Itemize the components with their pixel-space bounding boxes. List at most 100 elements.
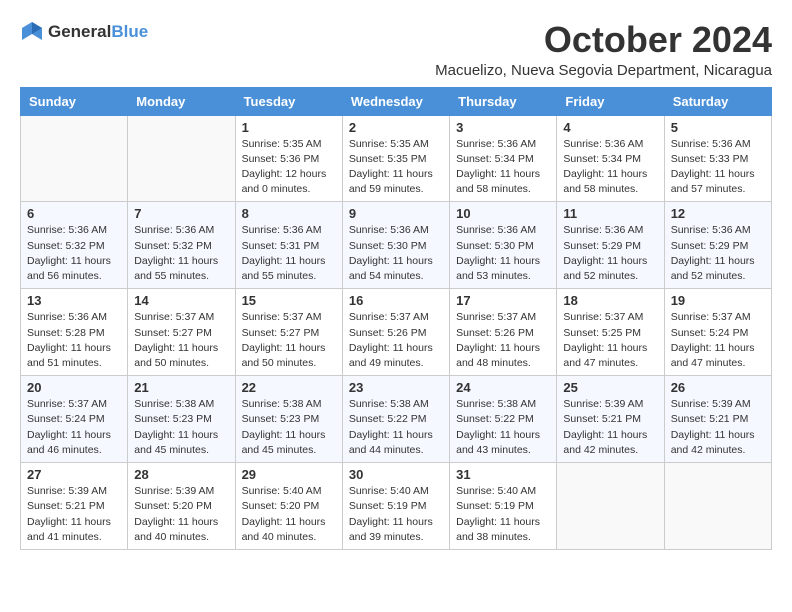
calendar-cell: 11 Sunrise: 5:36 AMSunset: 5:29 PMDayligh… bbox=[557, 202, 664, 289]
day-info: Sunrise: 5:39 AMSunset: 5:21 PMDaylight:… bbox=[671, 397, 765, 458]
calendar-cell: 1 Sunrise: 5:35 AMSunset: 5:36 PMDaylight… bbox=[235, 115, 342, 202]
day-header-tuesday: Tuesday bbox=[235, 87, 342, 115]
calendar-cell: 14 Sunrise: 5:37 AMSunset: 5:27 PMDayligh… bbox=[128, 289, 235, 376]
day-info: Sunrise: 5:37 AMSunset: 5:26 PMDaylight:… bbox=[456, 310, 550, 371]
calendar-cell: 15 Sunrise: 5:37 AMSunset: 5:27 PMDayligh… bbox=[235, 289, 342, 376]
day-info: Sunrise: 5:35 AMSunset: 5:36 PMDaylight:… bbox=[242, 137, 336, 198]
day-info: Sunrise: 5:35 AMSunset: 5:35 PMDaylight:… bbox=[349, 137, 443, 198]
day-number: 6 bbox=[27, 206, 121, 221]
calendar-cell: 19Sunrise: 5:37 AMSunset: 5:24 PMDayligh… bbox=[664, 289, 771, 376]
day-info: Sunrise: 5:36 AMSunset: 5:33 PMDaylight:… bbox=[671, 137, 765, 198]
day-info: Sunrise: 5:37 AMSunset: 5:26 PMDaylight:… bbox=[349, 310, 443, 371]
calendar-cell: 28 Sunrise: 5:39 AMSunset: 5:20 PMDayligh… bbox=[128, 463, 235, 550]
day-number: 28 bbox=[134, 467, 228, 482]
day-number: 29 bbox=[242, 467, 336, 482]
day-number: 5 bbox=[671, 120, 765, 135]
calendar-cell: 7 Sunrise: 5:36 AMSunset: 5:32 PMDaylight… bbox=[128, 202, 235, 289]
calendar-week-5: 27Sunrise: 5:39 AMSunset: 5:21 PMDayligh… bbox=[21, 463, 772, 550]
day-header-friday: Friday bbox=[557, 87, 664, 115]
day-header-sunday: Sunday bbox=[21, 87, 128, 115]
day-info: Sunrise: 5:37 AMSunset: 5:24 PMDaylight:… bbox=[671, 310, 765, 371]
day-number: 17 bbox=[456, 293, 550, 308]
calendar-cell bbox=[664, 463, 771, 550]
day-number: 14 bbox=[134, 293, 228, 308]
day-number: 26 bbox=[671, 380, 765, 395]
calendar-cell: 22 Sunrise: 5:38 AMSunset: 5:23 PMDayligh… bbox=[235, 376, 342, 463]
calendar-cell: 30Sunrise: 5:40 AMSunset: 5:19 PMDayligh… bbox=[342, 463, 449, 550]
calendar-cell: 20 Sunrise: 5:37 AMSunset: 5:24 PMDayligh… bbox=[21, 376, 128, 463]
logo-blue: Blue bbox=[111, 22, 148, 41]
day-info: Sunrise: 5:36 AMSunset: 5:34 PMDaylight:… bbox=[563, 137, 657, 198]
calendar-cell: 10Sunrise: 5:36 AMSunset: 5:30 PMDayligh… bbox=[450, 202, 557, 289]
day-info: Sunrise: 5:36 AMSunset: 5:32 PMDaylight:… bbox=[27, 223, 121, 284]
calendar-cell: 18Sunrise: 5:37 AMSunset: 5:25 PMDayligh… bbox=[557, 289, 664, 376]
day-number: 11 bbox=[563, 206, 657, 221]
day-info: Sunrise: 5:37 AMSunset: 5:24 PMDaylight:… bbox=[27, 397, 121, 458]
title-block: October 2024 Macuelizo, Nueva Segovia De… bbox=[435, 20, 772, 79]
day-info: Sunrise: 5:36 AMSunset: 5:29 PMDaylight:… bbox=[671, 223, 765, 284]
day-info: Sunrise: 5:36 AMSunset: 5:32 PMDaylight:… bbox=[134, 223, 228, 284]
day-number: 4 bbox=[563, 120, 657, 135]
calendar-cell: 16 Sunrise: 5:37 AMSunset: 5:26 PMDayligh… bbox=[342, 289, 449, 376]
day-number: 25 bbox=[563, 380, 657, 395]
calendar-cell bbox=[557, 463, 664, 550]
day-number: 13 bbox=[27, 293, 121, 308]
day-header-wednesday: Wednesday bbox=[342, 87, 449, 115]
day-info: Sunrise: 5:38 AMSunset: 5:23 PMDaylight:… bbox=[242, 397, 336, 458]
day-info: Sunrise: 5:36 AMSunset: 5:30 PMDaylight:… bbox=[349, 223, 443, 284]
day-info: Sunrise: 5:40 AMSunset: 5:20 PMDaylight:… bbox=[242, 484, 336, 545]
day-info: Sunrise: 5:38 AMSunset: 5:22 PMDaylight:… bbox=[456, 397, 550, 458]
day-info: Sunrise: 5:40 AMSunset: 5:19 PMDaylight:… bbox=[456, 484, 550, 545]
day-info: Sunrise: 5:36 AMSunset: 5:29 PMDaylight:… bbox=[563, 223, 657, 284]
calendar-cell: 8Sunrise: 5:36 AMSunset: 5:31 PMDaylight… bbox=[235, 202, 342, 289]
day-number: 7 bbox=[134, 206, 228, 221]
day-number: 20 bbox=[27, 380, 121, 395]
calendar-cell: 9 Sunrise: 5:36 AMSunset: 5:30 PMDaylight… bbox=[342, 202, 449, 289]
day-number: 24 bbox=[456, 380, 550, 395]
day-info: Sunrise: 5:36 AMSunset: 5:34 PMDaylight:… bbox=[456, 137, 550, 198]
calendar-cell: 26 Sunrise: 5:39 AMSunset: 5:21 PMDayligh… bbox=[664, 376, 771, 463]
day-info: Sunrise: 5:38 AMSunset: 5:23 PMDaylight:… bbox=[134, 397, 228, 458]
day-number: 15 bbox=[242, 293, 336, 308]
month-title: October 2024 bbox=[435, 20, 772, 60]
day-header-thursday: Thursday bbox=[450, 87, 557, 115]
calendar-cell: 24 Sunrise: 5:38 AMSunset: 5:22 PMDayligh… bbox=[450, 376, 557, 463]
calendar-cell: 25 Sunrise: 5:39 AMSunset: 5:21 PMDayligh… bbox=[557, 376, 664, 463]
day-number: 16 bbox=[349, 293, 443, 308]
calendar-cell: 13 Sunrise: 5:36 AMSunset: 5:28 PMDayligh… bbox=[21, 289, 128, 376]
calendar-week-3: 13 Sunrise: 5:36 AMSunset: 5:28 PMDayligh… bbox=[21, 289, 772, 376]
day-info: Sunrise: 5:38 AMSunset: 5:22 PMDaylight:… bbox=[349, 397, 443, 458]
location-title: Macuelizo, Nueva Segovia Department, Nic… bbox=[435, 62, 772, 79]
day-info: Sunrise: 5:36 AMSunset: 5:31 PMDaylight:… bbox=[242, 223, 336, 284]
calendar-cell: 12Sunrise: 5:36 AMSunset: 5:29 PMDayligh… bbox=[664, 202, 771, 289]
day-info: Sunrise: 5:37 AMSunset: 5:27 PMDaylight:… bbox=[242, 310, 336, 371]
calendar-cell: 3Sunrise: 5:36 AMSunset: 5:34 PMDaylight… bbox=[450, 115, 557, 202]
day-header-monday: Monday bbox=[128, 87, 235, 115]
day-info: Sunrise: 5:36 AMSunset: 5:28 PMDaylight:… bbox=[27, 310, 121, 371]
day-number: 2 bbox=[349, 120, 443, 135]
day-number: 1 bbox=[242, 120, 336, 135]
calendar-week-1: 1 Sunrise: 5:35 AMSunset: 5:36 PMDaylight… bbox=[21, 115, 772, 202]
day-info: Sunrise: 5:39 AMSunset: 5:21 PMDaylight:… bbox=[27, 484, 121, 545]
day-number: 21 bbox=[134, 380, 228, 395]
day-info: Sunrise: 5:39 AMSunset: 5:20 PMDaylight:… bbox=[134, 484, 228, 545]
header-row: SundayMondayTuesdayWednesdayThursdayFrid… bbox=[21, 87, 772, 115]
day-info: Sunrise: 5:39 AMSunset: 5:21 PMDaylight:… bbox=[563, 397, 657, 458]
calendar-cell: 21 Sunrise: 5:38 AMSunset: 5:23 PMDayligh… bbox=[128, 376, 235, 463]
day-number: 31 bbox=[456, 467, 550, 482]
day-number: 9 bbox=[349, 206, 443, 221]
calendar-cell: 31 Sunrise: 5:40 AMSunset: 5:19 PMDayligh… bbox=[450, 463, 557, 550]
calendar-cell: 17 Sunrise: 5:37 AMSunset: 5:26 PMDayligh… bbox=[450, 289, 557, 376]
calendar-cell bbox=[21, 115, 128, 202]
day-number: 30 bbox=[349, 467, 443, 482]
day-number: 23 bbox=[349, 380, 443, 395]
calendar-cell: 29 Sunrise: 5:40 AMSunset: 5:20 PMDayligh… bbox=[235, 463, 342, 550]
calendar-cell: 2 Sunrise: 5:35 AMSunset: 5:35 PMDaylight… bbox=[342, 115, 449, 202]
day-info: Sunrise: 5:37 AMSunset: 5:25 PMDaylight:… bbox=[563, 310, 657, 371]
day-number: 22 bbox=[242, 380, 336, 395]
calendar-week-2: 6 Sunrise: 5:36 AMSunset: 5:32 PMDaylight… bbox=[21, 202, 772, 289]
calendar-week-4: 20 Sunrise: 5:37 AMSunset: 5:24 PMDayligh… bbox=[21, 376, 772, 463]
day-info: Sunrise: 5:37 AMSunset: 5:27 PMDaylight:… bbox=[134, 310, 228, 371]
calendar-cell bbox=[128, 115, 235, 202]
logo: GeneralBlue bbox=[20, 20, 148, 44]
